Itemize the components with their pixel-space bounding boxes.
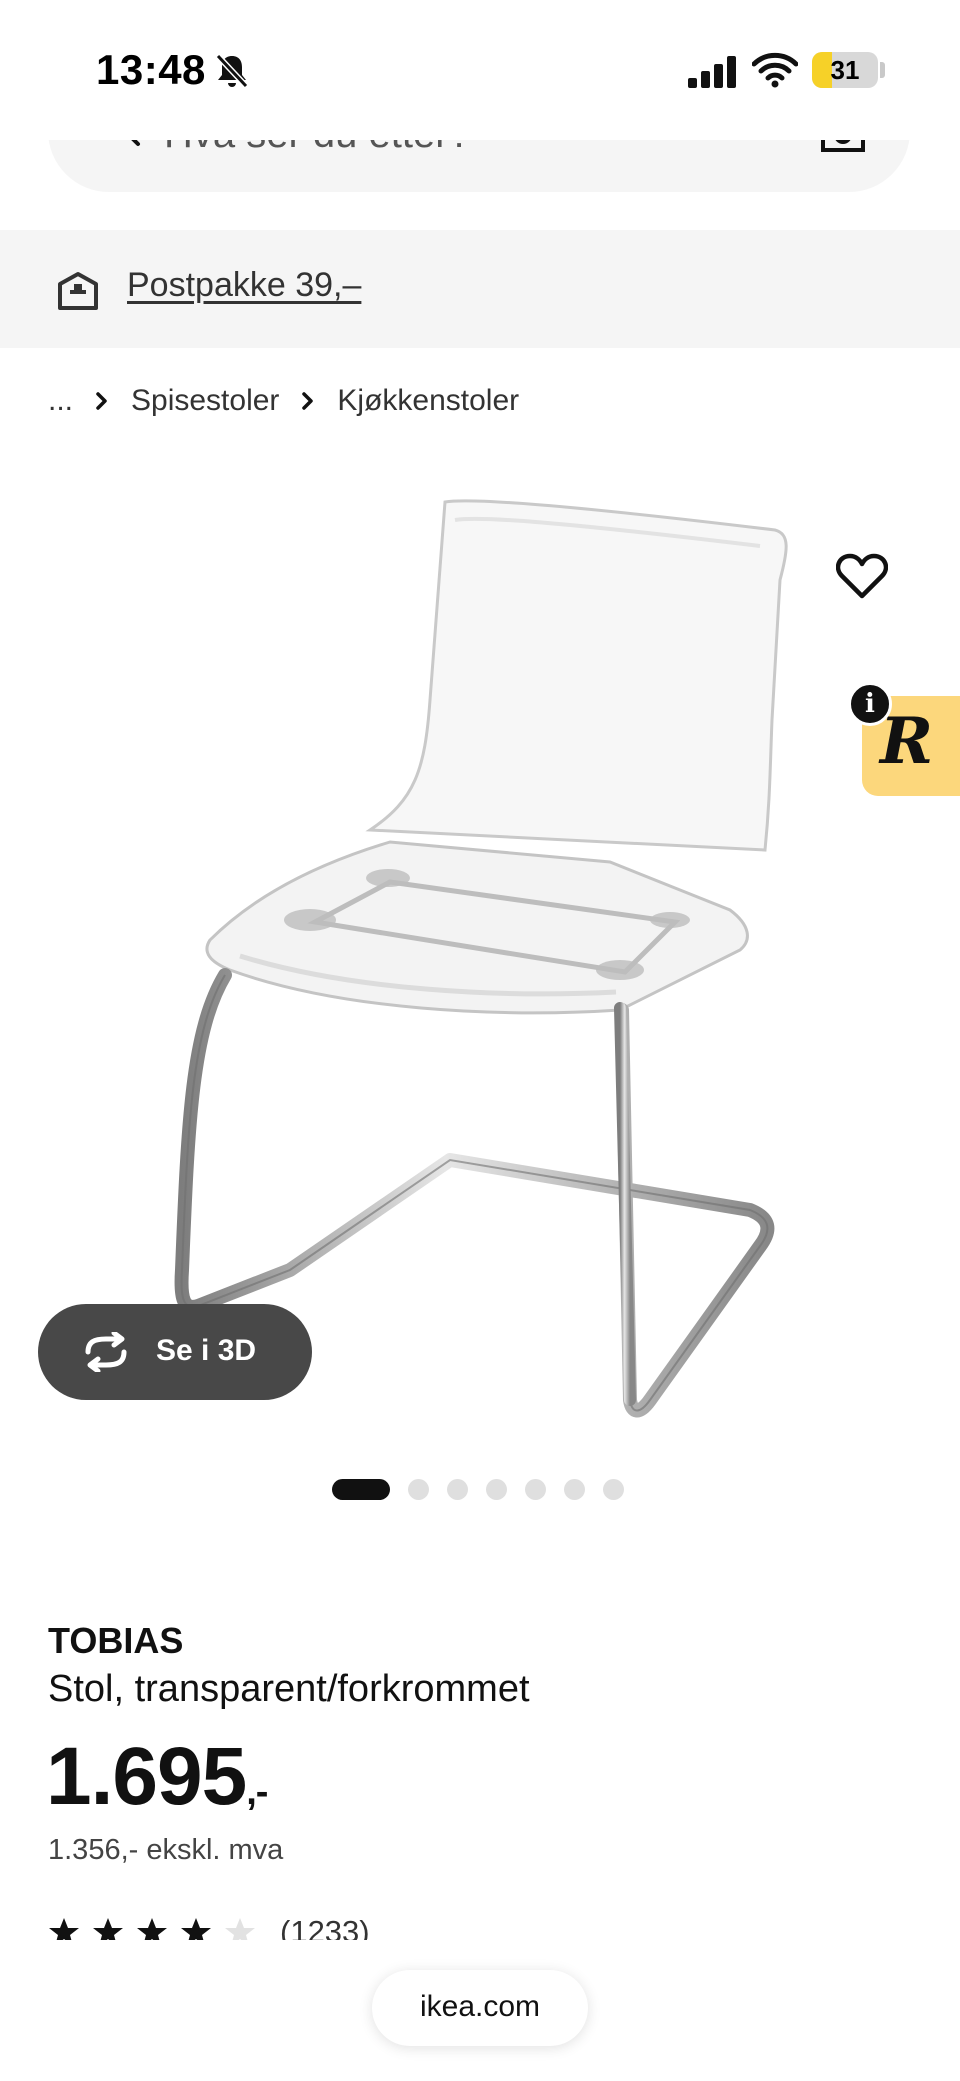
breadcrumb: ... Spisestoler Kjøkkenstoler	[48, 380, 519, 422]
status-bar: 13:48 31	[0, 0, 960, 140]
breadcrumb-spisestoler[interactable]: Spisestoler	[131, 384, 279, 418]
battery-level: 31	[830, 55, 860, 85]
product-description: Stol, transparent/forkrommet	[48, 1668, 530, 1710]
view-3d-label: Se i 3D	[156, 1334, 257, 1367]
url-bar[interactable]: ikea.com	[372, 1970, 588, 2046]
product-image[interactable]	[140, 470, 820, 1450]
price-main: 1.695	[46, 1731, 247, 1822]
wifi-icon	[752, 52, 798, 88]
delivery-truck-icon	[58, 272, 98, 310]
image-carousel-dots	[332, 1478, 642, 1500]
chevron-right-icon	[302, 392, 314, 410]
breadcrumb-ellipsis[interactable]: ...	[48, 384, 73, 418]
battery-icon: 31	[812, 52, 878, 88]
breadcrumb-kjokkenstoler[interactable]: Kjøkkenstoler	[337, 384, 519, 418]
carousel-dot[interactable]	[564, 1478, 585, 1500]
price-suffix: ,-	[246, 1771, 268, 1813]
signal-icon	[688, 56, 736, 88]
carousel-dot[interactable]	[525, 1478, 546, 1500]
status-time: 13:48	[96, 46, 206, 93]
price: 1.695,-	[46, 1736, 268, 1818]
carousel-dot[interactable]	[408, 1478, 429, 1500]
carousel-dot[interactable]	[603, 1478, 624, 1500]
chevron-right-icon	[96, 392, 107, 410]
carousel-dot[interactable]	[486, 1478, 507, 1500]
carousel-dot[interactable]	[447, 1478, 468, 1500]
view-3d-button[interactable]: Se i 3D	[38, 1304, 312, 1400]
battery-tip	[880, 62, 885, 78]
rotate-3d-icon	[85, 1332, 127, 1372]
product-name: TOBIAS	[48, 1620, 184, 1661]
heart-icon[interactable]	[836, 552, 888, 600]
carousel-dot[interactable]	[332, 1478, 390, 1500]
info-icon[interactable]: i	[848, 682, 892, 726]
bell-slash-icon	[215, 53, 249, 89]
delivery-strip: Postpakke 39,–	[0, 230, 960, 348]
url-text: ikea.com	[419, 1990, 541, 2023]
delivery-link[interactable]: Postpakke 39,–	[127, 266, 361, 305]
price-ex-vat: 1.356,- ekskl. mva	[48, 1834, 284, 1866]
